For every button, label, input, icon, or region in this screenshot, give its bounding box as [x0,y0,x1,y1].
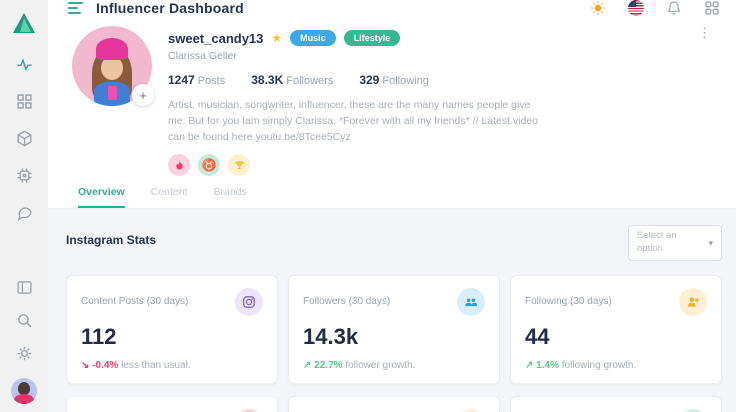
flame-icon[interactable] [168,154,190,176]
star-icon: ★ [271,31,282,45]
profile-menu-kebab-icon[interactable]: ⋮ [698,26,710,40]
card-profile-views[interactable]: Profile Views (30 days) [510,396,722,412]
section-title: Instagram Stats [66,233,156,247]
card-following[interactable]: Following (30 days) 44 ↗ 1.4% following … [510,275,722,384]
card-value: 112 [81,324,263,350]
trend-down-icon: ↘ [81,360,89,371]
instagram-icon [235,288,263,316]
chevron-down-icon: ▾ [708,238,713,249]
card-comments[interactable]: Comments (30 days) [288,396,500,412]
badge-lifestyle[interactable]: Lifestyle [344,30,401,46]
stats-cards-row1: Content Posts (30 days) 112 ↘ -0.4% less… [66,275,722,384]
notifications-bell-icon[interactable] [666,0,682,16]
card-delta: ↗ 1.4% following growth. [525,360,707,371]
language-flag-icon[interactable] [628,0,644,16]
profile-fullname: Clarissa Geller [168,50,546,62]
card-delta: ↘ -0.4% less than usual. [81,360,263,371]
card-value: 14.3k [303,324,485,350]
tab-overview[interactable]: Overview [78,186,125,208]
profile-tabs: Overview Content Brands [48,176,736,209]
sidebar-item-layout[interactable] [16,279,33,296]
badge-music[interactable]: Music [290,30,336,46]
hamburger-menu-icon[interactable] [68,2,84,14]
apps-grid-icon[interactable] [704,0,720,16]
sidebar-item-chat[interactable] [16,204,33,221]
card-delta: ↗ 22.7% follower growth. [303,360,485,371]
profile-stats: 1247Posts 38.3KFollowers 329Following [168,73,546,87]
stat-following: 329Following [359,73,429,87]
add-story-button[interactable]: + [132,84,154,106]
taurus-zodiac-icon[interactable]: ♉ [198,154,220,176]
profile-bio: Artist, musician, songwriter, influencer… [168,98,546,145]
trend-up-icon: ↗ [303,360,311,371]
user-avatar-shirt [14,394,34,404]
top-header: Influencer Dashboard [48,0,736,16]
tab-brands[interactable]: Brands [213,186,246,208]
page-title: Influencer Dashboard [96,0,244,16]
sidebar-nav [16,56,33,221]
gear-icon[interactable] [16,345,33,362]
stats-filter-select[interactable]: Select an option ▾ [628,225,722,261]
sidebar-bottom-nav [11,279,37,404]
main-area: Influencer Dashboard [48,0,736,412]
sidebar [0,0,48,412]
profile-username: sweet_candy13 [168,31,263,46]
card-followers[interactable]: Followers (30 days) 14.3k ↗ 22.7% follow… [288,275,500,384]
sidebar-item-apps[interactable] [16,93,33,110]
user-avatar[interactable] [11,378,37,404]
card-likes[interactable]: Likes (30 days) [66,396,278,412]
tab-content[interactable]: Content [151,186,188,208]
search-icon[interactable] [16,312,33,329]
trend-up-icon: ↗ [525,360,533,371]
followers-icon [457,288,485,316]
card-content-posts[interactable]: Content Posts (30 days) 112 ↘ -0.4% less… [66,275,278,384]
instagram-stats-section: Instagram Stats Select an option ▾ Conte… [48,209,736,412]
trophy-icon[interactable] [228,154,250,176]
person-add-icon [679,288,707,316]
theme-sun-icon[interactable] [590,0,606,16]
stat-posts: 1247Posts [168,73,225,87]
app-window: Influencer Dashboard [0,0,736,412]
sidebar-item-package[interactable] [16,130,33,147]
app-logo-icon[interactable] [12,12,36,34]
profile-interest-chips: ♉ [168,154,546,176]
stats-cards-row2: Likes (30 days) Comments (30 days) [66,396,722,412]
profile-info: sweet_candy13 ★ Music Lifestyle Clarissa… [168,26,546,176]
sidebar-item-activity[interactable] [16,56,33,73]
header-actions [590,0,720,16]
stat-followers: 38.3KFollowers [251,73,333,87]
sidebar-item-cpu[interactable] [16,167,33,184]
profile-section: + sweet_candy13 ★ Music Lifestyle Claris… [48,16,736,176]
card-value: 44 [525,324,707,350]
